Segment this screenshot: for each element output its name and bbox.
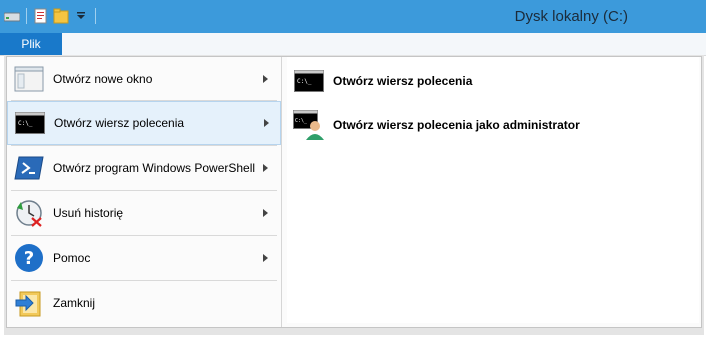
properties-icon[interactable] [33, 8, 49, 24]
menu-item-open-powershell[interactable]: Otwórz program Windows PowerShell [7, 146, 281, 190]
menu-item-clear-history[interactable]: Usuń historię [7, 191, 281, 235]
title-bar: Dysk lokalny (C:) [0, 0, 706, 33]
window-icon [13, 63, 45, 95]
menu-item-label: Otwórz nowe okno [53, 72, 153, 86]
submenu-panel: C:\_ Otwórz wiersz polecenia C:\_ Otwórz… [287, 57, 699, 323]
submenu-arrow-icon [263, 75, 268, 83]
svg-text:C:\_: C:\_ [297, 78, 312, 85]
ribbon-tabs: Plik [0, 33, 706, 56]
customize-dropdown-icon[interactable] [73, 8, 89, 24]
menu-item-label: Pomoc [53, 251, 91, 265]
clear-history-icon [13, 197, 45, 229]
menu-item-new-window[interactable]: Otwórz nowe okno [7, 57, 281, 101]
cmd-icon: C:\_ [293, 66, 325, 96]
menu-item-open-command-prompt[interactable]: C:\_ Otwórz wiersz polecenia [7, 101, 281, 145]
new-folder-icon[interactable] [53, 8, 69, 24]
menu-item-label: Otwórz program Windows PowerShell [53, 161, 256, 175]
file-menu: Otwórz nowe okno C:\_ Otwórz wiersz pole… [6, 56, 702, 328]
submenu-item-open-command-prompt-admin[interactable]: C:\_ Otwórz wiersz polecenia jako admini… [287, 107, 699, 143]
drive-icon[interactable] [4, 8, 20, 24]
submenu-arrow-icon [263, 209, 268, 217]
svg-text:?: ? [24, 248, 34, 269]
menu-item-label: Zamknij [53, 296, 96, 310]
submenu-arrow-icon [263, 164, 268, 172]
submenu-arrow-icon [263, 254, 268, 262]
menu-item-help[interactable]: ? Pomoc [7, 236, 281, 280]
menu-item-label: Otwórz wiersz polecenia [54, 116, 185, 130]
submenu-item-label: Otwórz wiersz polecenia jako administrat… [333, 118, 580, 132]
help-icon: ? [13, 242, 45, 274]
svg-text:C:\_: C:\_ [295, 118, 308, 124]
cmd-admin-icon: C:\_ [293, 110, 325, 140]
quick-access-toolbar [4, 6, 98, 26]
file-tab[interactable]: Plik [0, 33, 62, 55]
file-menu-commands: Otwórz nowe okno C:\_ Otwórz wiersz pole… [7, 57, 282, 327]
svg-text:C:\_: C:\_ [18, 120, 33, 127]
submenu-item-open-command-prompt[interactable]: C:\_ Otwórz wiersz polecenia [287, 63, 699, 99]
powershell-icon [13, 152, 45, 184]
menu-item-label: Usuń historię [53, 206, 124, 220]
toolbar-separator [95, 8, 96, 24]
cmd-icon: C:\_ [14, 107, 46, 139]
submenu-arrow-icon [264, 119, 269, 127]
toolbar-separator [26, 8, 27, 24]
menu-item-close[interactable]: Zamknij [7, 281, 281, 325]
submenu-item-label: Otwórz wiersz polecenia [333, 74, 473, 88]
close-folder-icon [13, 287, 45, 319]
window-title: Dysk lokalny (C:) [514, 8, 628, 25]
